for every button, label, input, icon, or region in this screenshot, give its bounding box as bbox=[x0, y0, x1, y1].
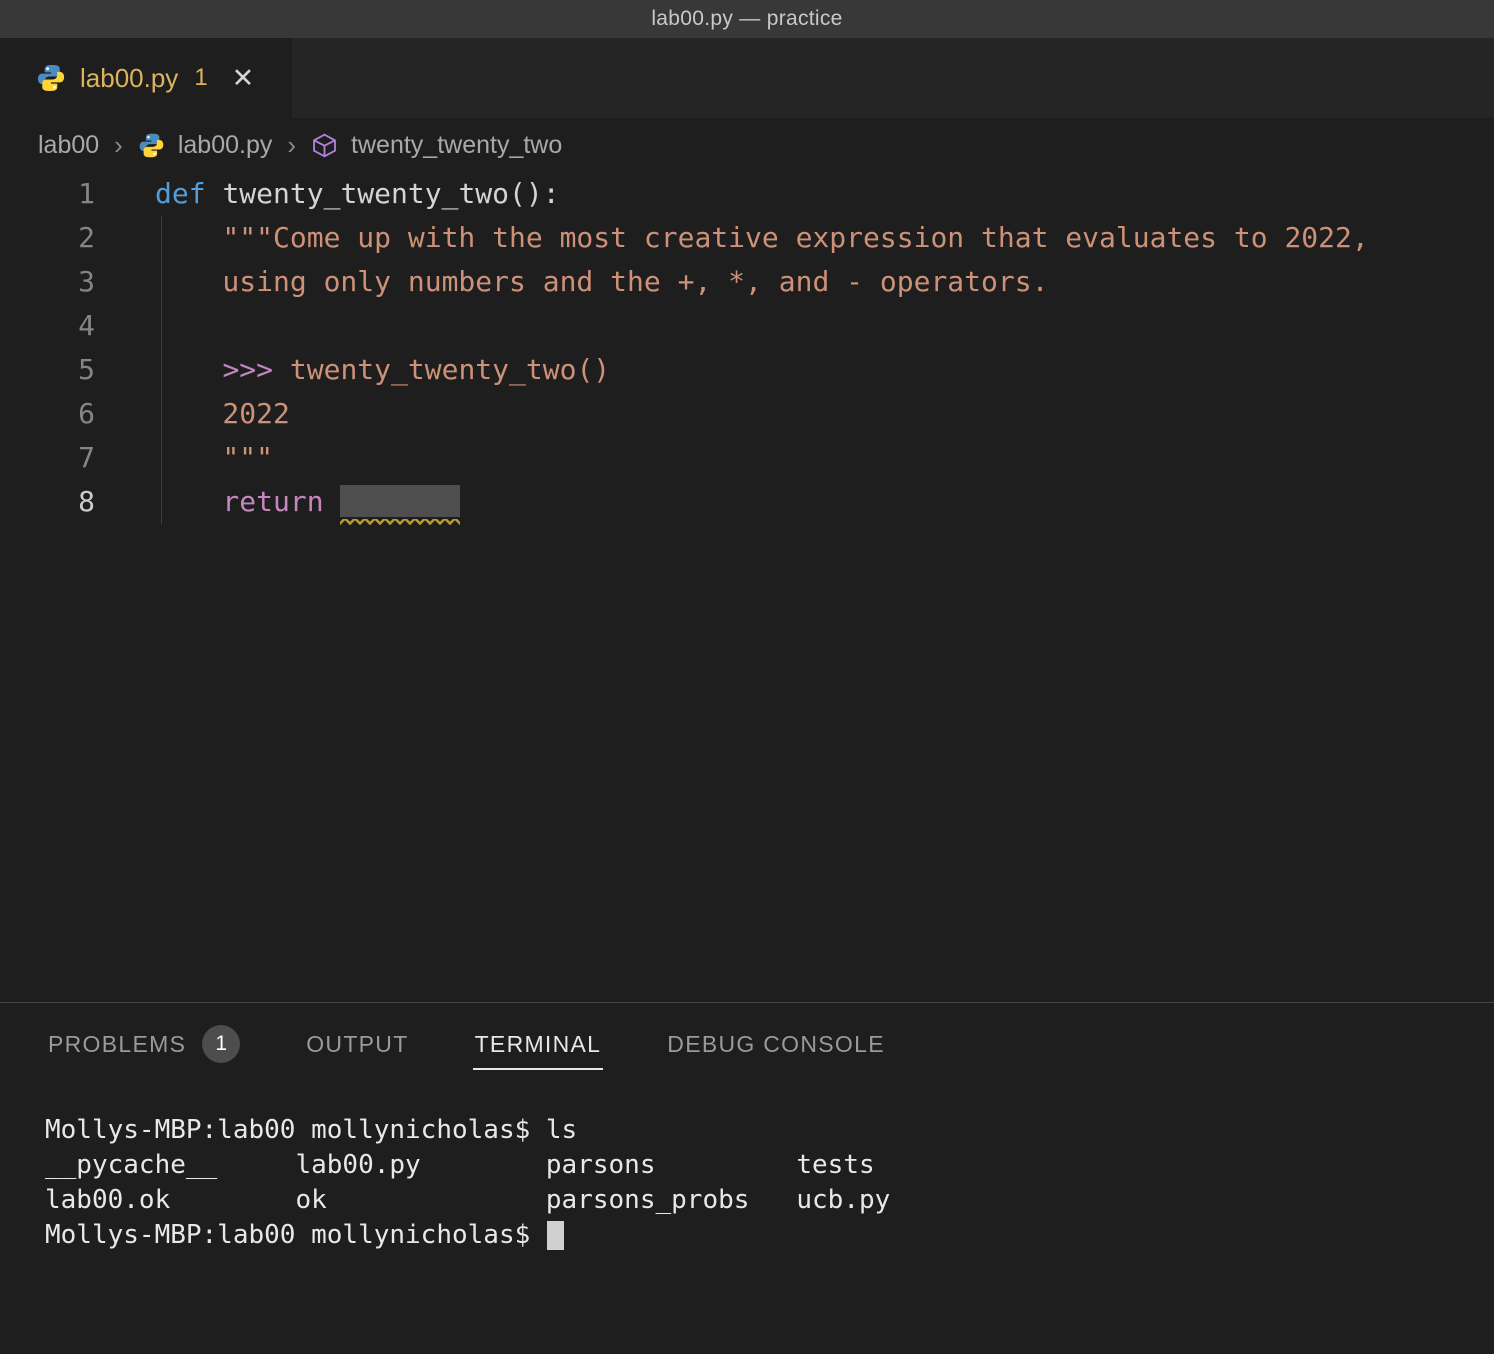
code-line[interactable]: 1 def twenty_twenty_two(): bbox=[0, 172, 1494, 216]
panel-tab-debug-console[interactable]: DEBUG CONSOLE bbox=[665, 1021, 887, 1070]
line-number: 6 bbox=[0, 392, 95, 436]
chevron-right-icon: › bbox=[285, 130, 298, 161]
line-number: 2 bbox=[0, 216, 95, 260]
python-icon bbox=[138, 132, 165, 159]
python-icon bbox=[36, 63, 66, 93]
panel-tab-label: PROBLEMS bbox=[48, 1031, 186, 1058]
code-content: 2022 bbox=[155, 392, 290, 436]
code-line[interactable]: 5 >>> twenty_twenty_two() bbox=[0, 348, 1494, 392]
tab-label: lab00.py bbox=[80, 63, 178, 94]
terminal-output[interactable]: Mollys-MBP:lab00 mollynicholas$ ls__pyca… bbox=[0, 1087, 1494, 1354]
line-number: 7 bbox=[0, 436, 95, 480]
code-token: return bbox=[155, 485, 340, 518]
line-number: 3 bbox=[0, 260, 95, 304]
window-title: lab00.py — practice bbox=[651, 7, 842, 31]
close-icon[interactable]: ✕ bbox=[232, 65, 255, 92]
code-content: """Come up with the most creative expres… bbox=[155, 216, 1369, 260]
code-line[interactable]: 7 """ bbox=[0, 436, 1494, 480]
breadcrumb-item-symbol[interactable]: twenty_twenty_two bbox=[351, 131, 562, 160]
panel-tab-output[interactable]: OUTPUT bbox=[304, 1021, 410, 1070]
code-token bbox=[155, 353, 222, 386]
terminal-line: lab00.ok ok parsons_probs ucb.py bbox=[45, 1183, 1494, 1218]
code-token: 2022 bbox=[155, 397, 290, 430]
code-line[interactable]: 8 return bbox=[0, 480, 1494, 524]
panel-tab-label: TERMINAL bbox=[475, 1031, 602, 1058]
editor-code-area[interactable]: 1def twenty_twenty_two():2 """Come up wi… bbox=[0, 172, 1494, 1002]
code-token: twenty_twenty_two() bbox=[290, 353, 610, 386]
line-number: 1 bbox=[0, 172, 95, 216]
chevron-right-icon: › bbox=[112, 130, 125, 161]
terminal-line: __pycache__ lab00.py parsons tests bbox=[45, 1148, 1494, 1183]
code-line[interactable]: 2 """Come up with the most creative expr… bbox=[0, 216, 1494, 260]
tab-lab00[interactable]: lab00.py 1 ✕ bbox=[0, 38, 292, 118]
code-content: >>> twenty_twenty_two() bbox=[155, 348, 610, 392]
breadcrumb-item-file[interactable]: lab00.py bbox=[178, 131, 273, 160]
return-placeholder bbox=[340, 485, 460, 517]
code-token: using only numbers and the +, *, and - o… bbox=[155, 265, 1048, 298]
indent-guide bbox=[161, 216, 162, 524]
terminal-line: Mollys-MBP:lab00 mollynicholas$ bbox=[45, 1218, 1494, 1253]
code-line[interactable]: 3 using only numbers and the +, *, and -… bbox=[0, 260, 1494, 304]
panel-tab-problems[interactable]: PROBLEMS 1 bbox=[46, 1015, 242, 1075]
breadcrumb: lab00 › lab00.py › twenty_twenty_two bbox=[0, 118, 1494, 172]
panel-tab-label: OUTPUT bbox=[306, 1031, 408, 1058]
terminal-line: Mollys-MBP:lab00 mollynicholas$ ls bbox=[45, 1113, 1494, 1148]
code-content: return bbox=[155, 480, 460, 524]
code-token: twenty_twenty_two(): bbox=[222, 177, 559, 210]
terminal-cursor bbox=[547, 1221, 564, 1250]
code-token: """ bbox=[155, 441, 273, 474]
window-titlebar: lab00.py — practice bbox=[0, 0, 1494, 38]
breadcrumb-item-folder[interactable]: lab00 bbox=[38, 131, 99, 160]
panel-tab-terminal[interactable]: TERMINAL bbox=[473, 1021, 604, 1070]
code-line[interactable]: 4 bbox=[0, 304, 1494, 348]
line-number: 4 bbox=[0, 304, 95, 348]
bottom-panel: PROBLEMS 1 OUTPUT TERMINAL DEBUG CONSOLE… bbox=[0, 1002, 1494, 1354]
code-token: def bbox=[155, 177, 222, 210]
tab-bar: lab00.py 1 ✕ bbox=[0, 38, 1494, 118]
code-content: """ bbox=[155, 436, 273, 480]
panel-tab-bar: PROBLEMS 1 OUTPUT TERMINAL DEBUG CONSOLE bbox=[0, 1003, 1494, 1087]
code-token: """Come up with the most creative expres… bbox=[155, 221, 1369, 254]
code-content: def twenty_twenty_two(): bbox=[155, 172, 560, 216]
code-content: using only numbers and the +, *, and - o… bbox=[155, 260, 1048, 304]
code-line[interactable]: 6 2022 bbox=[0, 392, 1494, 436]
tab-problem-count: 1 bbox=[194, 64, 207, 92]
symbol-cube-icon bbox=[311, 132, 338, 159]
panel-tab-label: DEBUG CONSOLE bbox=[667, 1031, 885, 1058]
problems-count-badge: 1 bbox=[202, 1025, 240, 1063]
line-number: 8 bbox=[0, 480, 95, 524]
line-number: 5 bbox=[0, 348, 95, 392]
code-token: >>> bbox=[222, 353, 289, 386]
